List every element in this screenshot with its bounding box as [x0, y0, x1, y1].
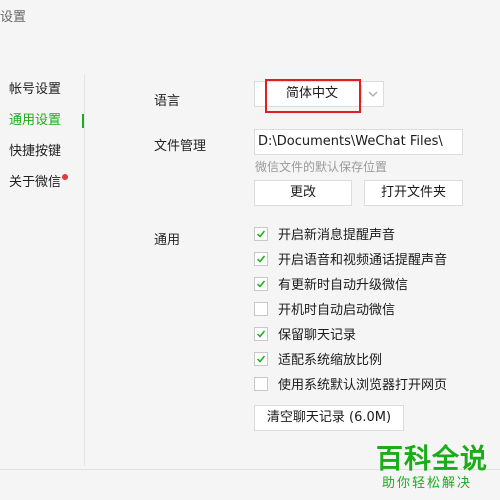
checkbox[interactable]: [254, 327, 268, 341]
option-new-message-sound[interactable]: 开启新消息提醒声音: [254, 227, 395, 245]
file-management-label: 文件管理: [154, 139, 207, 154]
checkmark-icon: [256, 355, 266, 363]
option-keep-chat-history[interactable]: 保留聊天记录: [254, 327, 356, 345]
select-divider: [361, 85, 362, 103]
checkbox[interactable]: [254, 352, 268, 366]
watermark-logo: 百科全说 助你轻松解决: [370, 437, 492, 493]
option-call-sound[interactable]: 开启语音和视频通话提醒声音: [254, 252, 447, 270]
option-label: 开启语音和视频通话提醒声音: [278, 253, 448, 268]
checkmark-icon: [256, 330, 266, 338]
checkbox[interactable]: [254, 252, 268, 266]
option-label: 保留聊天记录: [278, 328, 357, 343]
option-default-browser[interactable]: 使用系统默认浏览器打开网页: [254, 377, 447, 395]
change-path-button[interactable]: 更改: [254, 180, 352, 206]
sidebar-item-about[interactable]: 关于微信: [0, 167, 84, 198]
file-path-hint: 微信文件的默认保存位置: [255, 160, 388, 174]
option-system-scaling[interactable]: 适配系统缩放比例: [254, 352, 382, 370]
checkmark-icon: [256, 230, 266, 238]
checkbox[interactable]: [254, 302, 268, 316]
watermark-title: 百科全说: [376, 444, 488, 475]
sidebar-item-account[interactable]: 帐号设置: [0, 74, 84, 105]
sidebar-item-label: 帐号设置: [9, 82, 62, 97]
checkbox[interactable]: [254, 277, 268, 291]
sidebar-divider: [84, 74, 85, 466]
option-launch-at-startup[interactable]: 开机时自动启动微信: [254, 302, 395, 320]
option-label: 开启新消息提醒声音: [278, 228, 396, 243]
window-title: 设置: [0, 10, 27, 25]
option-label: 有更新时自动升级微信: [278, 278, 409, 293]
sidebar-item-label: 通用设置: [9, 113, 62, 128]
clear-chat-history-button[interactable]: 清空聊天记录 (6.0M): [254, 405, 404, 431]
checkmark-icon: [256, 255, 266, 263]
open-folder-button[interactable]: 打开文件夹: [364, 180, 463, 206]
general-label: 通用: [154, 233, 181, 248]
sidebar-item-label: 快捷按键: [9, 144, 62, 159]
notification-dot: [62, 174, 68, 180]
sidebar-item-shortcuts[interactable]: 快捷按键: [0, 136, 84, 167]
checkmark-icon: [256, 280, 266, 288]
language-label: 语言: [154, 94, 181, 109]
sidebar-item-label: 关于微信: [9, 175, 62, 190]
option-label: 适配系统缩放比例: [278, 353, 383, 368]
option-auto-update[interactable]: 有更新时自动升级微信: [254, 277, 408, 295]
chevron-down-icon[interactable]: [363, 82, 383, 106]
file-path-field[interactable]: D:\Documents\WeChat Files\: [254, 129, 463, 155]
language-select[interactable]: 简体中文: [254, 81, 384, 107]
checkbox[interactable]: [254, 227, 268, 241]
option-label: 使用系统默认浏览器打开网页: [278, 378, 448, 393]
settings-sidebar: 帐号设置 通用设置 快捷按键 关于微信: [0, 74, 84, 198]
sidebar-item-general[interactable]: 通用设置: [0, 105, 84, 136]
language-selected-value: 简体中文: [285, 86, 338, 101]
watermark-subtitle: 助你轻松解决: [382, 476, 473, 491]
option-label: 开机时自动启动微信: [278, 303, 396, 318]
checkbox[interactable]: [254, 377, 268, 391]
